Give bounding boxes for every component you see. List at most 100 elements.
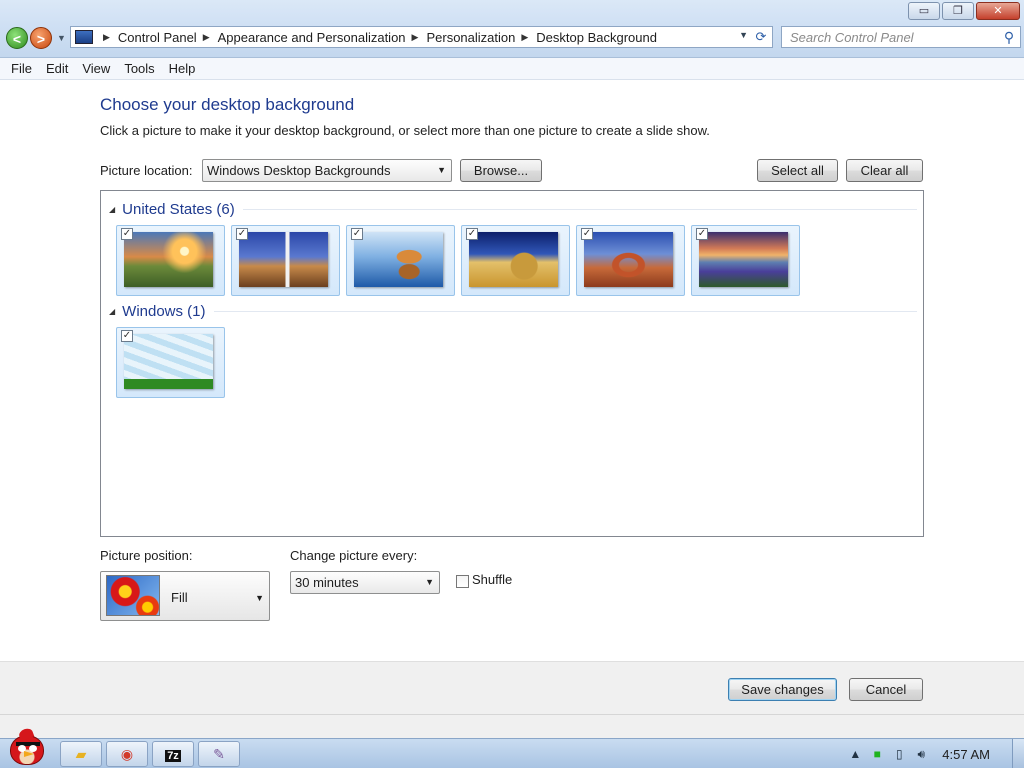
taskbar-7zip[interactable]: 7z	[152, 741, 194, 767]
chevron-right-icon[interactable]: ▶	[103, 32, 110, 43]
wallpaper-image	[354, 232, 443, 287]
select-all-button[interactable]: Select all	[757, 159, 838, 182]
chevron-right-icon[interactable]: ▶	[521, 32, 528, 43]
chevron-down-icon: ▼	[425, 577, 434, 587]
chevron-down-icon: ▼	[255, 593, 264, 603]
network-icon[interactable]: ■	[866, 747, 888, 761]
checkbox-checked-icon[interactable]: ✓	[236, 228, 248, 240]
change-picture-select[interactable]: 30 minutes ▼	[290, 571, 440, 594]
wallpaper-image	[124, 232, 213, 287]
maximize-button[interactable]: ❐	[942, 2, 974, 20]
checkbox-checked-icon[interactable]: ✓	[121, 330, 133, 342]
breadcrumb-personalization[interactable]: Personalization	[426, 30, 515, 45]
group-header-united-states[interactable]: ◢ United States (6)	[109, 201, 917, 218]
page-title: Choose your desktop background	[100, 95, 355, 114]
picture-location-select[interactable]: Windows Desktop Backgrounds ▼	[202, 159, 452, 182]
breadcrumb-control-panel[interactable]: Control Panel	[118, 30, 197, 45]
checkbox-checked-icon[interactable]: ✓	[696, 228, 708, 240]
menu-file[interactable]: File	[4, 61, 39, 76]
breadcrumb-appearance[interactable]: Appearance and Personalization	[218, 30, 406, 45]
taskbar-chrome[interactable]: ◉	[106, 741, 148, 767]
checkbox-checked-icon[interactable]: ✓	[581, 228, 593, 240]
chevron-right-icon[interactable]: ▶	[412, 32, 419, 43]
search-icon[interactable]: ⚲	[998, 29, 1020, 46]
show-hidden-icons-icon[interactable]: ▲	[844, 747, 866, 761]
close-button[interactable]: ✕	[976, 2, 1020, 20]
forward-button[interactable]: >	[30, 27, 52, 49]
7zip-icon: 7z	[165, 750, 181, 762]
address-bar[interactable]: ▶ Control Panel ▶ Appearance and Persona…	[70, 26, 773, 48]
change-picture-label: Change picture every:	[290, 548, 418, 563]
wallpaper-thumb-windows-cursor[interactable]: ✓	[116, 327, 225, 398]
wallpaper-thumb-lighthouse[interactable]: ✓	[231, 225, 340, 296]
wallpaper-image	[469, 232, 558, 287]
taskbar: ▰ ◉ 7z ✎ ▲ ■ ▯ 🔊︎ 4:57 AM	[0, 735, 1024, 768]
page-subtitle: Click a picture to make it your desktop …	[100, 123, 710, 138]
wallpaper-thumb-rock-reflection[interactable]: ✓	[346, 225, 455, 296]
minimize-button[interactable]: ▭	[908, 2, 940, 20]
wallpaper-image	[584, 232, 673, 287]
collapse-triangle-icon[interactable]: ◢	[109, 307, 115, 316]
cancel-button[interactable]: Cancel	[849, 678, 923, 701]
window-controls: ▭ ❐ ✕	[908, 2, 1020, 20]
system-tray: ▲ ■ ▯ 🔊︎ 4:57 AM	[844, 739, 1024, 768]
menu-bar: File Edit View Tools Help	[0, 58, 1024, 80]
menu-help[interactable]: Help	[162, 61, 203, 76]
start-button[interactable]	[2, 729, 52, 768]
shuffle-label[interactable]: Shuffle	[472, 572, 512, 587]
wallpaper-image	[699, 232, 788, 287]
breadcrumb-desktop-background[interactable]: Desktop Background	[536, 30, 657, 45]
group-title: United States (6)	[122, 201, 235, 218]
search-input[interactable]: Search Control Panel	[790, 30, 998, 45]
folder-icon: ▰	[75, 746, 87, 762]
dialog-footer: Save changes Cancel	[0, 661, 1024, 714]
menu-view[interactable]: View	[75, 61, 117, 76]
change-picture-value: 30 minutes	[295, 575, 359, 590]
shuffle-checkbox[interactable]	[456, 575, 469, 588]
picture-gallery: ◢ United States (6) ✓ ✓ ✓ ✓ ✓ ✓ ◢ Window…	[100, 190, 924, 537]
battery-icon[interactable]: ▯	[888, 747, 910, 761]
group-title: Windows (1)	[122, 303, 206, 320]
control-panel-icon	[75, 30, 93, 44]
show-desktop-button[interactable]	[1012, 739, 1024, 768]
angry-bird-icon	[10, 735, 44, 765]
checkbox-checked-icon[interactable]: ✓	[466, 228, 478, 240]
wallpaper-thumb-hay-bale[interactable]: ✓	[461, 225, 570, 296]
refresh-icon[interactable]: ⟳	[752, 29, 770, 45]
back-button[interactable]: <	[6, 27, 28, 49]
menu-tools[interactable]: Tools	[117, 61, 161, 76]
address-dropdown-icon[interactable]: ▼	[739, 30, 748, 40]
checkbox-checked-icon[interactable]: ✓	[121, 228, 133, 240]
divider	[242, 209, 917, 210]
main-content: Choose your desktop background Click a p…	[0, 81, 1024, 661]
divider	[213, 311, 917, 312]
wallpaper-thumb-delicate-arch[interactable]: ✓	[576, 225, 685, 296]
picture-location-value: Windows Desktop Backgrounds	[207, 163, 391, 178]
window-titlebar: ▭ ❐ ✕ < > ▼ ▶ Control Panel ▶ Appearance…	[0, 0, 1024, 58]
taskbar-control-panel[interactable]: ✎	[198, 741, 240, 767]
status-bar	[0, 714, 1024, 738]
collapse-triangle-icon[interactable]: ◢	[109, 205, 115, 214]
wallpaper-thumb-lupine-lake[interactable]: ✓	[691, 225, 800, 296]
flower-preview-image	[106, 575, 160, 616]
browse-button[interactable]: Browse...	[460, 159, 542, 182]
wallpaper-image	[239, 232, 328, 287]
picture-location-label: Picture location:	[100, 163, 193, 178]
picture-position-select[interactable]: Fill ▼	[100, 571, 270, 621]
group-header-windows[interactable]: ◢ Windows (1)	[109, 303, 917, 320]
chrome-icon: ◉	[120, 746, 134, 762]
save-changes-button[interactable]: Save changes	[728, 678, 837, 701]
menu-edit[interactable]: Edit	[39, 61, 75, 76]
picture-position-label: Picture position:	[100, 548, 193, 563]
clear-all-button[interactable]: Clear all	[846, 159, 923, 182]
personalization-icon: ✎	[213, 746, 225, 762]
search-box[interactable]: Search Control Panel ⚲	[781, 26, 1021, 48]
clock[interactable]: 4:57 AM	[942, 747, 990, 762]
recent-pages-dropdown-icon[interactable]: ▼	[57, 33, 66, 43]
wallpaper-thumb-sunset-farm[interactable]: ✓	[116, 225, 225, 296]
chevron-down-icon: ▼	[437, 165, 446, 175]
chevron-right-icon[interactable]: ▶	[203, 32, 210, 43]
taskbar-explorer[interactable]: ▰	[60, 741, 102, 767]
checkbox-checked-icon[interactable]: ✓	[351, 228, 363, 240]
volume-icon[interactable]: 🔊︎	[910, 747, 932, 762]
